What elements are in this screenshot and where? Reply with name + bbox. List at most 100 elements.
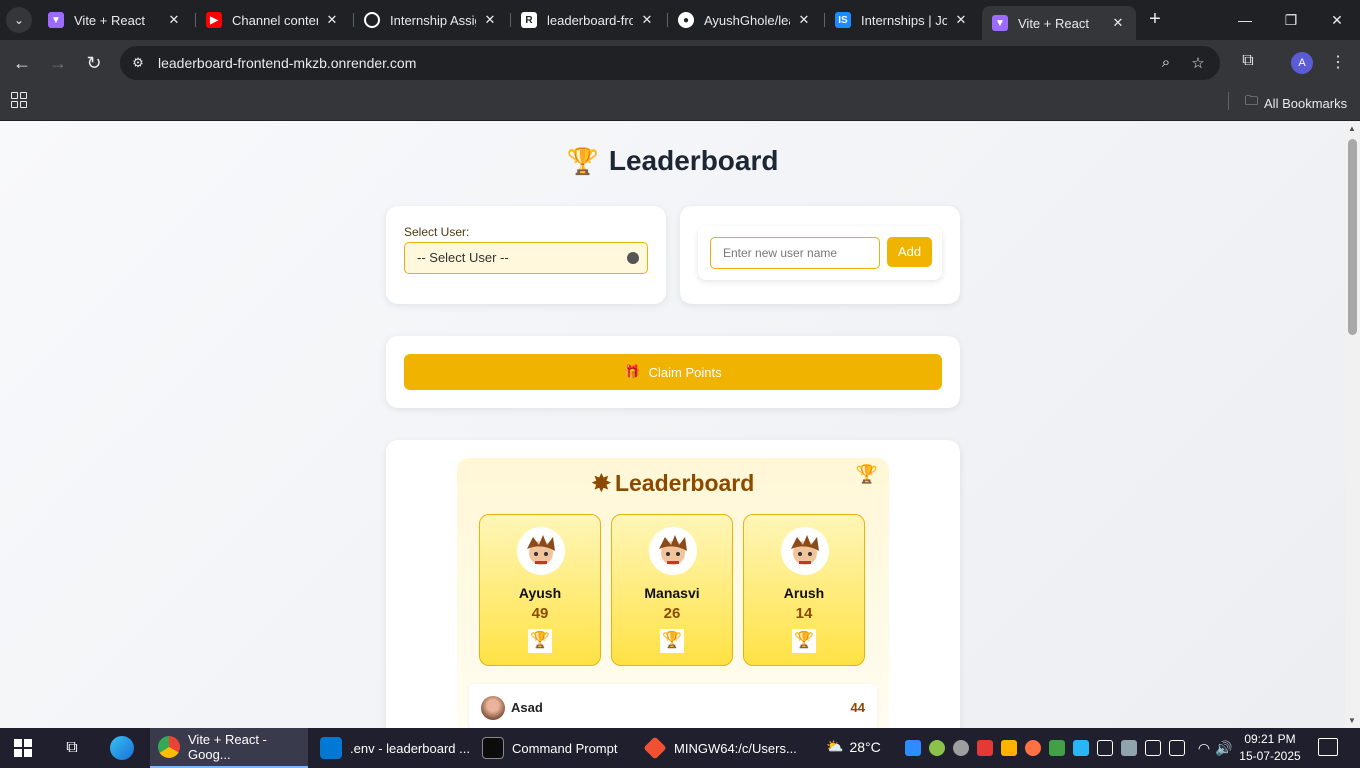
close-icon[interactable]: ✕ — [324, 12, 340, 28]
tab-internship-assign[interactable]: Internship Assign ✕ — [354, 6, 508, 34]
scroll-thumb[interactable] — [1348, 139, 1357, 335]
tray-icon[interactable] — [953, 740, 969, 756]
leaderboard-row[interactable]: Asad 44 — [469, 684, 877, 728]
weather-widget[interactable]: ⛅ 28°C — [826, 738, 881, 755]
task-cmd[interactable]: Command Prompt — [474, 728, 632, 768]
top-rank-name: Manasvi — [644, 585, 700, 601]
page-title: 🏆 Leaderboard — [566, 145, 779, 176]
tray-icon[interactable] — [977, 740, 993, 756]
tab-strip: ⌄ ▼ Vite + React ✕ ▶ Channel content ✕ I… — [0, 0, 1360, 40]
clock[interactable]: 09:21 PM 15-07-2025 — [1238, 731, 1302, 765]
add-user-button[interactable]: Add — [887, 237, 932, 267]
volume-icon[interactable]: 🔊 — [1212, 736, 1236, 760]
tray-icon[interactable] — [929, 740, 945, 756]
new-user-input[interactable]: Enter new user name — [710, 237, 880, 269]
close-icon[interactable]: ✕ — [1110, 15, 1126, 31]
task-vscode[interactable]: .env - leaderboard ... — [312, 728, 470, 768]
windows-taskbar: ⧉ Vite + React - Goog... .env - leaderbo… — [0, 728, 1360, 768]
top-rank-card[interactable]: Ayush 49 🏆 — [479, 514, 601, 666]
close-icon[interactable]: ✕ — [639, 12, 655, 28]
tray-icon[interactable] — [1049, 740, 1065, 756]
forward-button[interactable]: → — [44, 49, 72, 77]
start-button[interactable] — [14, 739, 32, 757]
task-view-icon[interactable]: ⧉ — [60, 736, 84, 760]
chrome-icon — [158, 736, 180, 758]
all-bookmarks-label: All Bookmarks — [1264, 95, 1348, 111]
tray-icon[interactable] — [1001, 740, 1017, 756]
tray-icon[interactable] — [1121, 740, 1137, 756]
temperature: 28°C — [849, 738, 881, 755]
all-bookmarks-button[interactable]: 🗀 All Bookmarks — [1245, 92, 1347, 114]
top-rank-card[interactable]: Arush 14 🏆 — [743, 514, 865, 666]
tab-title: leaderboard-fron — [547, 12, 633, 28]
leaderboard-card: ✸Leaderboard 🏆 Ayush 49 🏆 Manasvi 26 🏆 — [386, 440, 960, 728]
avatar — [781, 527, 829, 575]
close-icon[interactable]: ✕ — [166, 12, 182, 28]
top-rank-points: 26 — [663, 605, 681, 622]
bookmark-star-icon[interactable]: ☆ — [1188, 54, 1208, 74]
reload-button[interactable]: ↻ — [80, 49, 108, 77]
tray-icon[interactable] — [1025, 740, 1041, 756]
zoom-icon[interactable]: ⌕ — [1156, 54, 1176, 74]
scroll-up-icon[interactable]: ▲ — [1348, 124, 1356, 133]
task-label: Vite + React - Goog... — [188, 732, 267, 762]
new-tab-button[interactable]: + — [1144, 9, 1166, 31]
select-user-card: Select User: -- Select User -- — [386, 206, 666, 304]
row-points: 44 — [850, 700, 865, 715]
github-icon: ● — [678, 12, 694, 28]
tab-channel-content[interactable]: ▶ Channel content ✕ — [196, 6, 350, 34]
tab-vite-react-1[interactable]: ▼ Vite + React ✕ — [38, 6, 192, 34]
vscode-icon — [320, 737, 342, 759]
battery-icon[interactable] — [1097, 740, 1113, 756]
tray-icon[interactable] — [1169, 740, 1185, 756]
add-user-card: Enter new user name Add — [680, 206, 960, 304]
notification-icon[interactable] — [1318, 738, 1338, 756]
trophy-icon: 🏆 — [566, 146, 599, 176]
tab-github[interactable]: ● AyushGhole/lea ✕ — [668, 6, 822, 34]
trophy-icon: 🏆 — [855, 464, 879, 484]
vite-icon: ▼ — [992, 15, 1008, 31]
task-git-bash[interactable]: MINGW64:/c/Users... — [636, 728, 797, 768]
trophy-icon: 🏆 — [792, 629, 816, 653]
close-icon[interactable]: ✕ — [796, 12, 812, 28]
cmd-icon — [482, 737, 504, 759]
claim-points-button[interactable]: 🎁 Claim Points — [404, 354, 942, 390]
edge-icon[interactable] — [110, 736, 134, 760]
tab-internships[interactable]: IS Internships | Job ✕ — [825, 6, 979, 34]
top-rank-card[interactable]: Manasvi 26 🏆 — [611, 514, 733, 666]
tab-leaderboard-frontend[interactable]: R leaderboard-fron ✕ — [511, 6, 665, 34]
add-user-form: Enter new user name Add — [698, 226, 942, 280]
close-icon[interactable]: ✕ — [482, 12, 498, 28]
page-scrollbar[interactable]: ▲ ▼ — [1345, 121, 1360, 728]
menu-icon[interactable]: ⋮ — [1327, 52, 1349, 72]
top-rank-name: Ayush — [518, 585, 562, 601]
tab-title: Vite + React — [1018, 15, 1089, 31]
select-user-label: Select User: — [404, 225, 470, 239]
tray-icon[interactable] — [1073, 740, 1089, 756]
close-icon[interactable]: ✕ — [953, 12, 969, 28]
zoom-tray-icon[interactable] — [905, 740, 921, 756]
tab-search-button[interactable]: ⌄ — [6, 7, 32, 33]
tray-icon[interactable] — [1145, 740, 1161, 756]
bookmarks-bar — [0, 86, 1360, 121]
apps-grid-icon[interactable] — [11, 92, 27, 108]
top-rank-name: Arush — [783, 585, 825, 601]
clock-date: 15-07-2025 — [1239, 749, 1301, 763]
profile-avatar[interactable]: A — [1291, 52, 1313, 74]
row-name: Asad — [511, 700, 543, 715]
claim-card: 🎁 Claim Points — [386, 336, 960, 408]
select-user-dropdown[interactable]: -- Select User -- — [404, 242, 648, 274]
internshala-icon: IS — [835, 12, 851, 28]
star-icon: ✸ — [591, 470, 611, 496]
minimize-button[interactable]: — — [1222, 0, 1268, 40]
close-window-button[interactable]: ✕ — [1314, 0, 1360, 40]
tab-title: Channel content — [232, 12, 318, 28]
tab-vite-react-active[interactable]: ▼ Vite + React ✕ — [982, 6, 1136, 40]
back-button[interactable]: ← — [8, 49, 36, 77]
restore-button[interactable]: ❐ — [1268, 0, 1314, 40]
address-bar[interactable]: ⚙ leaderboard-frontend-mkzb.onrender.com… — [120, 46, 1220, 80]
extensions-icon[interactable]: ⧉ — [1237, 52, 1259, 70]
task-chrome[interactable]: Vite + React - Goog... — [150, 728, 308, 768]
site-info-icon[interactable]: ⚙ — [130, 55, 146, 71]
scroll-down-icon[interactable]: ▼ — [1348, 716, 1356, 725]
